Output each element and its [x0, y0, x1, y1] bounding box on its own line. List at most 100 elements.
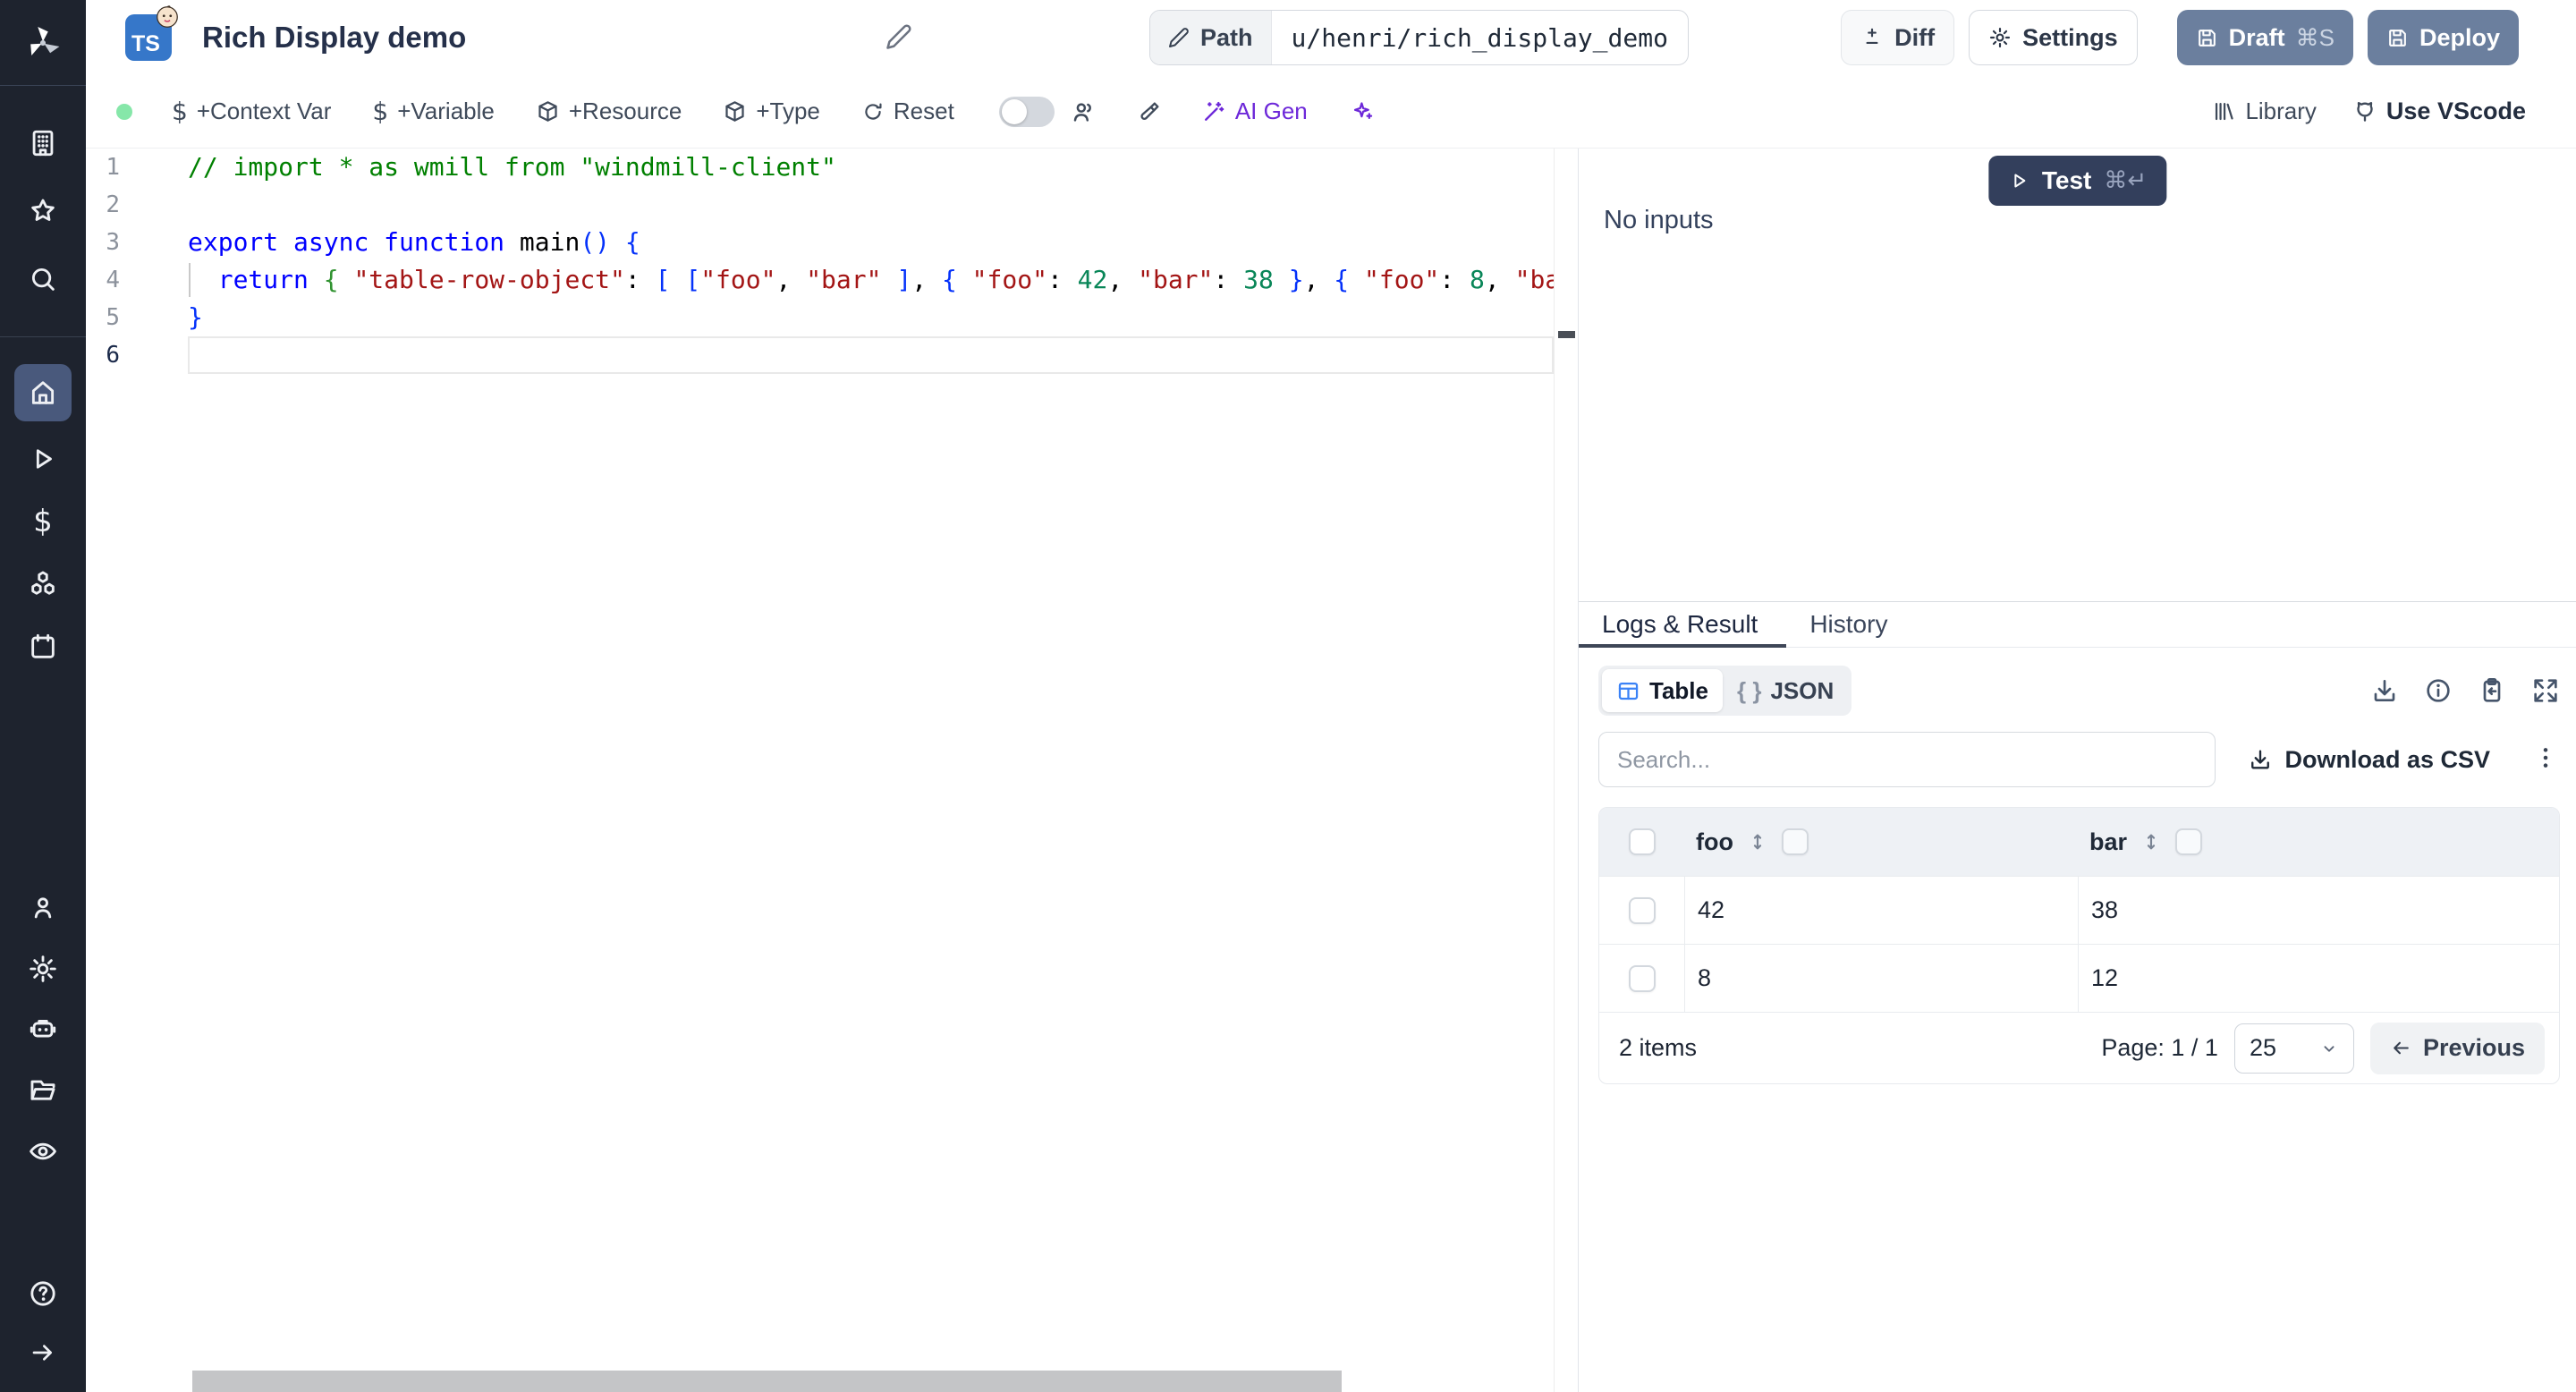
test-label: Test [2042, 166, 2092, 195]
download-csv-button[interactable]: Download as CSV [2248, 746, 2490, 774]
collaborators-button[interactable] [1071, 98, 1097, 125]
reset-button[interactable]: Reset [861, 98, 954, 125]
path-label-segment: Path [1150, 11, 1272, 64]
gear-icon [1988, 26, 2012, 49]
page-indicator: Page: 1 / 1 [2101, 1034, 2218, 1062]
result-view-toggle: Table { } JSON [1598, 666, 1852, 716]
path-button[interactable]: Path u/henri/rich_display_demo [1149, 10, 1689, 65]
page-size-value: 25 [2250, 1034, 2276, 1062]
play-icon [2008, 170, 2029, 191]
windmill-logo[interactable] [0, 0, 86, 86]
dollar-icon: $ [372, 97, 388, 126]
tab-logs-result[interactable]: Logs & Result [1579, 602, 1786, 647]
sidebar-item-collapse[interactable] [14, 1328, 72, 1378]
arrow-left-icon [2390, 1037, 2412, 1059]
sidebar-item-audit[interactable] [14, 1126, 72, 1176]
code-lines[interactable]: // import * as wmill from "windmill-clie… [188, 149, 1554, 1371]
expand-icon [2531, 676, 2560, 705]
code-line[interactable]: export async function main() { [188, 224, 1554, 261]
table-row[interactable]: 4238 [1599, 876, 2559, 944]
header-select-cell [1599, 828, 1685, 855]
path-value: u/henri/rich_display_demo [1272, 11, 1688, 64]
expand-result-button[interactable] [2531, 676, 2560, 705]
horizontal-scrollbar[interactable] [192, 1371, 1342, 1392]
sidebar-item-users[interactable] [14, 883, 72, 933]
column-header-bar[interactable]: bar [2079, 828, 2559, 856]
sidebar-item-schedules[interactable] [14, 622, 72, 672]
sidebar-item-workspace[interactable] [14, 118, 72, 168]
table-icon [1616, 679, 1640, 703]
view-json-label: JSON [1770, 677, 1834, 705]
select-all-checkbox[interactable] [1629, 828, 1656, 855]
sidebar-item-folders[interactable] [14, 1065, 72, 1116]
sort-icon[interactable] [2140, 830, 2163, 853]
code-line[interactable]: // import * as wmill from "windmill-clie… [188, 149, 1554, 186]
test-button[interactable]: Test ⌘↵ [1988, 156, 2166, 206]
table-cell: 42 [1685, 877, 2079, 944]
sidebar-item-home[interactable] [14, 364, 72, 421]
diff-button[interactable]: Diff [1841, 10, 1954, 65]
ai-gen-button[interactable]: AI Gen [1201, 98, 1308, 125]
package-icon [536, 99, 560, 123]
copy-result-button[interactable] [2478, 676, 2506, 705]
download-result-button[interactable] [2370, 676, 2399, 705]
use-vscode-button[interactable]: Use VScode [2352, 98, 2526, 125]
edit-title-button[interactable] [886, 23, 912, 50]
add-resource-button[interactable]: +Resource [536, 98, 682, 125]
sidebar-item-runs[interactable] [14, 434, 72, 484]
column-toggle-foo[interactable] [1782, 828, 1809, 855]
page-size-select[interactable]: 25 [2234, 1023, 2354, 1074]
previous-page-button[interactable]: Previous [2370, 1023, 2545, 1074]
sidebar-item-search[interactable] [14, 254, 72, 304]
sidebar-item-variables[interactable]: $ [14, 497, 72, 547]
settings-button[interactable]: Settings [1969, 10, 2138, 65]
search-icon [28, 264, 58, 294]
sidebar-item-workers[interactable] [14, 1005, 72, 1055]
page-title: Rich Display demo [202, 21, 466, 55]
overview-ruler[interactable] [1554, 149, 1578, 1392]
sidebar-item-resources[interactable] [14, 559, 72, 609]
view-table-button[interactable]: Table [1602, 669, 1723, 712]
column-label: foo [1696, 828, 1733, 856]
sidebar-item-settings[interactable] [14, 944, 72, 994]
sidebar-item-favorites[interactable] [14, 186, 72, 236]
code-line[interactable]: return { "table-row-object": [ ["foo", "… [188, 261, 1554, 299]
line-number: 5 [86, 299, 188, 336]
column-toggle-bar[interactable] [2175, 828, 2202, 855]
code-line[interactable] [188, 186, 1554, 224]
deploy-button[interactable]: Deploy [2368, 10, 2519, 65]
column-header-foo[interactable]: foo [1685, 828, 2079, 856]
sort-icon[interactable] [1746, 830, 1769, 853]
row-checkbox[interactable] [1629, 965, 1656, 992]
paintbrush-icon [1137, 99, 1162, 124]
add-variable-button[interactable]: $ +Variable [372, 97, 494, 126]
previous-label: Previous [2423, 1034, 2525, 1062]
draft-label: Draft [2229, 24, 2285, 52]
diff-icon [1860, 26, 1884, 49]
line-number: 2 [86, 186, 188, 224]
sidebar-divider [0, 336, 86, 337]
sidebar-item-help[interactable] [14, 1269, 72, 1319]
draft-button[interactable]: Draft ⌘S [2177, 10, 2353, 65]
add-context-var-button[interactable]: $ +Context Var [172, 97, 331, 126]
tab-history[interactable]: History [1786, 602, 1911, 647]
table-row[interactable]: 812 [1599, 944, 2559, 1012]
view-table-label: Table [1649, 677, 1708, 705]
header: TS Rich Display demo Path u/henri/rich_d… [86, 0, 2576, 75]
code-line[interactable]: } [188, 299, 1554, 336]
library-button[interactable]: Library [2212, 98, 2316, 125]
result-info-button[interactable] [2424, 676, 2453, 705]
diff-mode-toggle[interactable] [999, 97, 1055, 127]
inputs-area: Test ⌘↵ No inputs [1579, 149, 2576, 601]
table-menu-button[interactable] [2531, 743, 2560, 777]
code-line[interactable] [188, 336, 1554, 374]
view-json-button[interactable]: { } JSON [1723, 669, 1848, 712]
row-checkbox[interactable] [1629, 897, 1656, 924]
add-type-button[interactable]: +Type [723, 98, 820, 125]
format-button[interactable] [1137, 99, 1162, 124]
code-editor[interactable]: 123456 // import * as wmill from "windmi… [86, 149, 1578, 1392]
add-variable-label: +Variable [397, 98, 495, 125]
ai-sparkles-button[interactable] [1351, 99, 1375, 123]
robot-icon [28, 1014, 58, 1045]
table-search-input[interactable] [1598, 732, 2216, 787]
